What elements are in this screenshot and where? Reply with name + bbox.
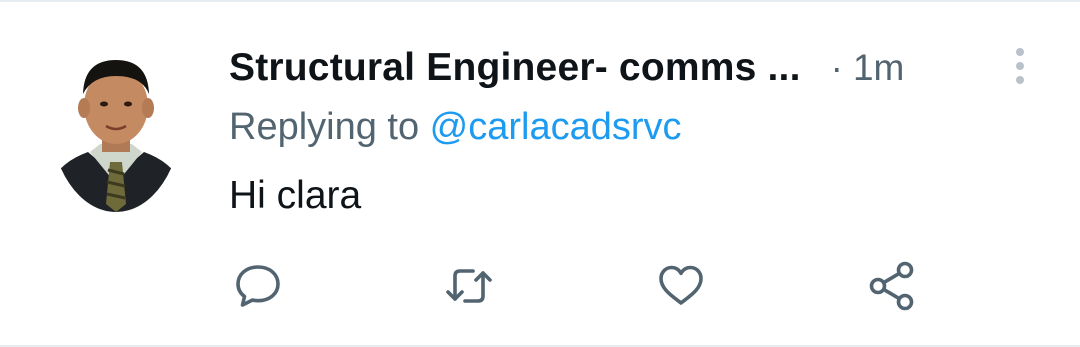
- avatar[interactable]: [50, 44, 182, 212]
- share-button[interactable]: [865, 259, 919, 313]
- timestamp[interactable]: 1m: [853, 47, 904, 89]
- author-name[interactable]: Structural Engineer- comms ...: [229, 46, 801, 90]
- share-nodes-icon: [869, 261, 914, 311]
- retweet-arrows-icon: [446, 269, 492, 303]
- tweet-card[interactable]: Structural Engineer- comms ... · 1m Repl…: [0, 0, 1080, 347]
- avatar-photo: [50, 44, 182, 212]
- replying-to-label: Replying to: [229, 106, 430, 148]
- comment-bubble-icon: [236, 265, 280, 307]
- like-button[interactable]: [654, 259, 708, 313]
- heart-icon: [659, 265, 703, 305]
- separator-dot: ·: [830, 47, 843, 88]
- retweet-button[interactable]: [442, 259, 496, 313]
- replying-to-line: Replying to @carlacadsrvc: [229, 106, 682, 149]
- tweet-header: Structural Engineer- comms ... · 1m: [229, 40, 1009, 96]
- reply-button[interactable]: [231, 259, 285, 313]
- more-options-icon[interactable]: [1010, 46, 1030, 86]
- tweet-text: Hi clara: [229, 174, 362, 217]
- reply-handle-link[interactable]: @carlacadsrvc: [430, 106, 682, 148]
